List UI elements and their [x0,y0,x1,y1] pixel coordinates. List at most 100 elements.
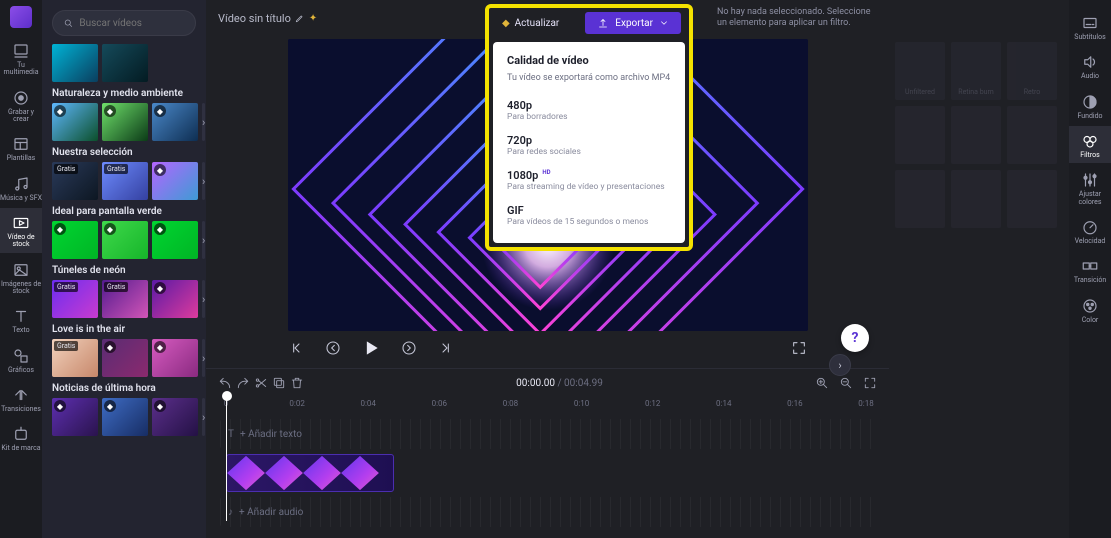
right-nav-color[interactable]: Color [1069,291,1111,328]
play-button[interactable] [360,337,382,359]
undo-icon[interactable] [218,376,232,390]
left-nav-label: Tu multimedia [0,62,42,77]
video-track[interactable] [220,453,875,493]
right-nav-fade[interactable]: Fundido [1069,87,1111,124]
filter-tile[interactable]: Unfiltered [895,42,945,100]
delete-icon[interactable] [290,376,304,390]
redo-icon[interactable] [236,376,250,390]
library-more-button[interactable]: › [202,221,205,259]
time-ruler[interactable]: 00:020:040:060:080:100:120:140:160:18 [220,399,875,419]
split-icon[interactable] [254,376,268,390]
library-thumb[interactable]: ◆ [102,339,148,377]
premium-badge-icon: ◆ [154,341,166,353]
filter-tile[interactable]: Retro [1007,42,1057,100]
video-clip[interactable] [226,454,394,492]
app-logo[interactable] [10,6,32,28]
library-thumb[interactable]: ◆ [152,221,198,259]
left-nav-media[interactable]: Tu multimedia [0,36,42,81]
left-nav-music[interactable]: Música y SFX [0,169,42,206]
right-nav-transition[interactable]: Transición [1069,251,1111,288]
library-thumb[interactable]: ◆ [152,103,198,141]
filter-tile[interactable] [1007,106,1057,164]
library-thumb[interactable] [52,44,98,82]
time-current: 00:00.00 [516,378,555,389]
premium-badge-icon: ◆ [154,223,166,235]
library-thumb[interactable]: ◆ [52,103,98,141]
library-thumb[interactable]: ◆ [152,162,198,200]
right-nav-adjust[interactable]: Ajustar colores [1069,165,1111,210]
library-more-button[interactable]: › [202,103,205,141]
library-thumb[interactable]: ◆ [52,221,98,259]
zoom-fit-icon[interactable] [863,376,877,390]
library-section-title: Love is in the air [42,318,206,339]
library-thumb[interactable]: Gratis [52,339,98,377]
export-quality-option[interactable]: 720pPara redes sociales [507,128,671,163]
left-nav-graphics[interactable]: Gráficos [0,341,42,378]
export-quality-option[interactable]: 480pPara borradores [507,93,671,128]
search-icon [63,17,73,29]
library-thumb[interactable]: ◆ [102,398,148,436]
filter-tile[interactable] [895,170,945,228]
right-nav-filters[interactable]: Filtros [1069,126,1111,163]
duplicate-icon[interactable] [272,376,286,390]
text-track[interactable]: T+ Añadir texto [220,419,875,449]
free-badge: Gratis [54,282,78,292]
left-nav-label: Vídeo de stock [0,234,42,249]
right-nav-audio[interactable]: Audio [1069,47,1111,84]
filter-tile[interactable] [895,106,945,164]
library-more-button[interactable]: › [202,162,205,200]
skip-fwd-button[interactable] [436,339,454,357]
library-thumb[interactable] [102,44,148,82]
audio-track[interactable]: ♪+ Añadir audio [220,497,875,527]
export-quality-option[interactable]: GIFPara vídeos de 15 segundos o menos [507,198,671,233]
left-nav-templates[interactable]: Plantillas [0,129,42,166]
filter-tile[interactable]: Retina burn [951,42,1001,100]
left-nav-stock[interactable]: Vídeo de stock [0,208,42,253]
right-nav-subtitles[interactable]: Subtítulos [1069,8,1111,45]
export-button[interactable]: Exportar [585,12,681,34]
left-nav-transitions[interactable]: Transiciones [0,380,42,417]
left-nav-record[interactable]: Grabar y crear [0,83,42,128]
adjust-icon [1081,171,1099,189]
skip-back-button[interactable] [288,339,306,357]
library-thumb[interactable]: ◆ [102,221,148,259]
timeline-tracks[interactable]: 00:020:040:060:080:100:120:140:160:18 T+… [206,397,889,537]
text-icon [12,307,30,325]
filter-tile[interactable] [951,170,1001,228]
timecode: 00:00.00 / 00:04.99 [308,378,811,389]
export-quality-option[interactable]: 1080pHDPara streaming de vídeo y present… [507,163,671,198]
filter-carousel-next[interactable]: › [829,354,851,376]
left-nav-stockimg[interactable]: Imágenes de stock [0,255,42,300]
step-fwd-button[interactable] [400,339,418,357]
playhead[interactable] [226,397,227,521]
project-title[interactable]: Vídeo sin título ✦ [218,12,317,25]
library-thumb[interactable]: ◆ [152,339,198,377]
left-nav-brand[interactable]: Kit de marca [0,419,42,456]
upgrade-button[interactable]: ◆Actualizar [492,14,569,33]
library-thumb[interactable]: Gratis [102,162,148,200]
left-nav-text[interactable]: Texto [0,301,42,338]
right-nav-speed[interactable]: Velocidad [1069,212,1111,249]
library-more-button[interactable]: › [202,339,205,377]
library-thumb[interactable]: ◆ [102,103,148,141]
main-area: Vídeo sin título ✦ No hay nada seleccion… [206,0,889,538]
library-thumb[interactable]: Gratis [102,280,148,318]
zoom-out-icon[interactable] [839,376,853,390]
fullscreen-button[interactable] [790,339,808,357]
library-thumb[interactable]: ◆ [152,280,198,318]
library-more-button[interactable]: › [202,398,205,436]
premium-badge-icon: ◆ [154,400,166,412]
library-thumb[interactable]: ◆ [52,398,98,436]
filter-tile[interactable] [1007,170,1057,228]
zoom-in-icon[interactable] [815,376,829,390]
library-thumb[interactable]: Gratis [52,280,98,318]
search-input[interactable] [79,18,185,29]
step-back-button[interactable] [324,339,342,357]
fade-icon [1081,93,1099,111]
help-button[interactable]: ? [841,324,869,352]
library-thumb[interactable]: Gratis [52,162,98,200]
filter-tile[interactable] [951,106,1001,164]
export-quality-popover: Calidad de vídeo Tu vídeo se exportará c… [493,42,685,243]
library-more-button[interactable]: › [202,280,205,318]
library-thumb[interactable]: ◆ [152,398,198,436]
